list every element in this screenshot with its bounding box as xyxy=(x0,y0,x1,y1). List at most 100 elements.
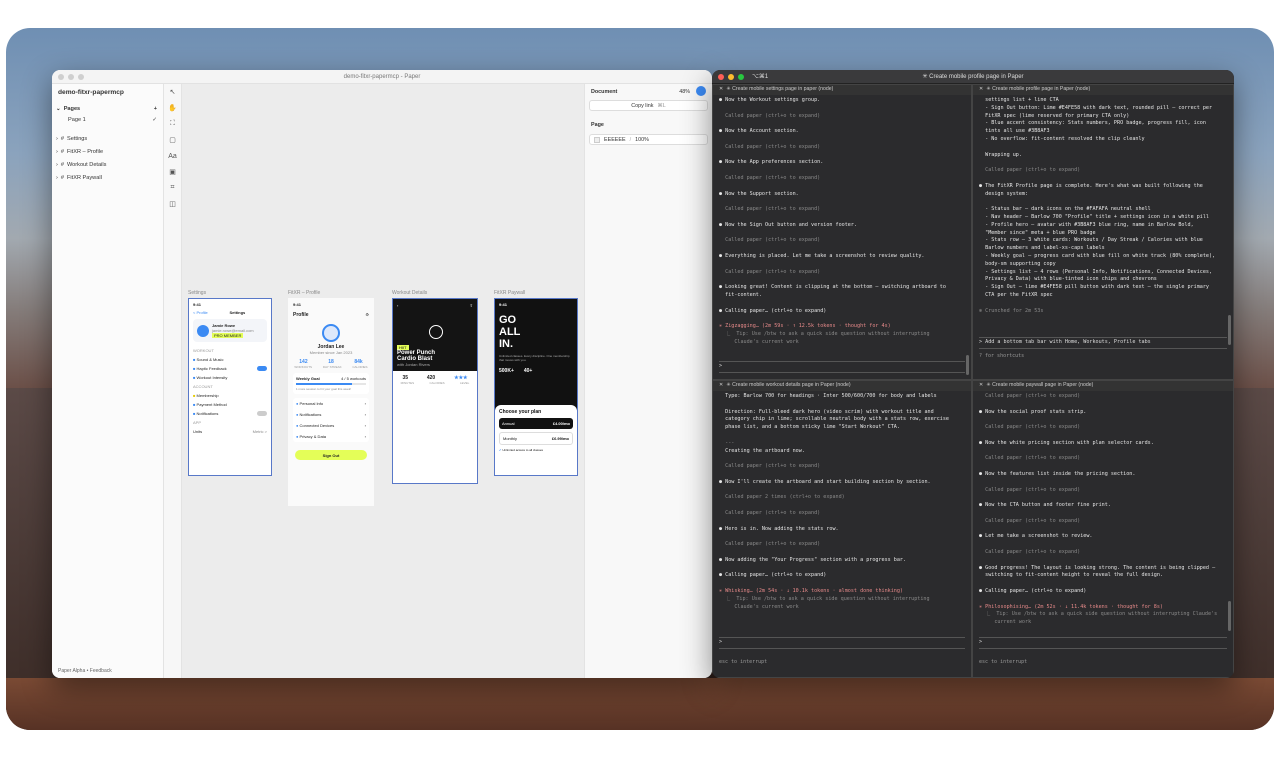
artboard-label-workout[interactable]: Workout Details xyxy=(392,290,427,296)
pane-paywall[interactable]: ✕ ✳ Create mobile paywall page in Paper (… xyxy=(972,380,1234,678)
frame-icon: # xyxy=(60,149,64,155)
scrollbar[interactable] xyxy=(966,355,969,375)
minimize-dot[interactable] xyxy=(728,74,734,80)
layer-workout-details[interactable]: › # Workout Details xyxy=(56,160,157,170)
pane-profile[interactable]: ✕ ✳ Create mobile profile page in Paper (… xyxy=(972,84,1234,380)
output-line: Called paper (ctrl+o to expand) xyxy=(719,237,821,244)
window-controls[interactable] xyxy=(718,74,744,80)
pane-settings[interactable]: ✕ ✳ Create mobile settings page in paper … xyxy=(712,84,972,380)
page-background-field[interactable]: EEEEEE/100% xyxy=(589,134,708,145)
prompt-input[interactable]: > Add a bottom tab bar with Home, Workou… xyxy=(979,337,1227,349)
frame-icon: # xyxy=(60,136,64,142)
hand-tool-icon[interactable]: ✋ xyxy=(164,100,181,116)
minimize-dot[interactable] xyxy=(68,74,74,80)
row-units: Units Metric > xyxy=(193,429,267,434)
workout-hero: ‹ ⇪ HIIT Power Punch Cardio Blast with Jorda… xyxy=(393,299,477,371)
layer-profile[interactable]: › # FitXR – Profile xyxy=(56,147,157,157)
project-name[interactable]: demo-fitxr-papermcp xyxy=(58,89,124,96)
zoom-level[interactable]: 48% xyxy=(679,89,690,95)
zoom-dot[interactable] xyxy=(78,74,84,80)
toggle-switch xyxy=(257,366,267,371)
artboard-settings[interactable]: 9:41 < Profile Settings Jamie Rowe jamie.r… xyxy=(188,298,272,476)
crop-tool-icon[interactable]: ⌗ xyxy=(164,180,181,196)
zoom-dot[interactable] xyxy=(738,74,744,80)
feature-item: ✔ Unlimited access to all classes xyxy=(499,448,544,452)
share-icon: ⇪ xyxy=(469,303,473,308)
output-line: category chip in lime; scrollable neutra… xyxy=(719,416,950,423)
row-payment: ■ Payment Method xyxy=(193,402,227,407)
output-line: ● Now adding the "Your Progress" section… xyxy=(719,556,907,563)
page-item-page1[interactable]: Page 1 ✓ xyxy=(56,115,157,125)
avatar xyxy=(322,324,340,342)
frame-tool-icon[interactable]: ⛶ xyxy=(164,116,181,132)
output-line: FitXR spec (lime reserved for primary CT… xyxy=(979,112,1130,119)
output-line: - Settings list — 4 rows (Personal Info,… xyxy=(979,268,1213,275)
layer-paywall[interactable]: › # FitXR Paywall xyxy=(56,173,157,183)
output-line: ✳ Zigzagging… (2m 59s · ↑ 12.5k tokens ·… xyxy=(719,323,891,330)
output-line: Privacy & Data) with blue-tinted icon ch… xyxy=(979,276,1157,283)
pointer-tool-icon[interactable]: ↖ xyxy=(164,84,181,100)
artboard-label-paywall[interactable]: FitXR Paywall xyxy=(494,290,525,296)
copy-link-button[interactable]: Copy link ⌘L xyxy=(589,100,708,111)
artboard-label-profile[interactable]: FitXR – Profile xyxy=(288,290,320,296)
output-line: ⎿ Tip: Use /btw to ask a quick side ques… xyxy=(979,611,1218,618)
prompt-input[interactable]: > xyxy=(719,361,965,373)
add-page-button[interactable]: + xyxy=(154,106,157,112)
pane-workout[interactable]: ✕ ✳ Create mobile workout details page in… xyxy=(712,380,972,678)
coach-name: with Jordan Rivers xyxy=(397,362,430,367)
rectangle-tool-icon[interactable]: ▢ xyxy=(164,132,181,148)
plan-monthly: Monthly £6.99/mo xyxy=(499,432,573,445)
image-tool-icon[interactable]: ▣ xyxy=(164,164,181,180)
pane-header: ✕ ✳ Create mobile paywall page in Paper (… xyxy=(973,381,1233,391)
prompt-input[interactable]: > xyxy=(719,637,965,649)
profile-title: Profile xyxy=(293,312,309,318)
close-dot[interactable] xyxy=(58,74,64,80)
output-line: Creating the artboard now. xyxy=(719,447,805,454)
output-line: body-sm supporting copy xyxy=(979,260,1056,267)
output-line: ● Calling paper… (ctrl+o to expand) xyxy=(719,572,827,579)
artboard-label-settings[interactable]: Settings xyxy=(188,290,206,296)
component-tool-icon[interactable]: ◫ xyxy=(164,196,181,212)
scrollbar[interactable] xyxy=(1228,601,1231,631)
output-line: ● Now the white pricing section with pla… xyxy=(979,439,1154,446)
layers-panel: demo-fitxr-papermcp ⌄ Pages + Page 1 ✓ › # Se… xyxy=(52,84,164,678)
paper-footer[interactable]: Paper Alpha • Feedback xyxy=(58,668,112,674)
scrollbar[interactable] xyxy=(1228,315,1231,345)
window-controls[interactable] xyxy=(58,74,84,80)
output-line: design system: xyxy=(979,190,1029,197)
close-dot[interactable] xyxy=(718,74,724,80)
pane-output: Called paper (ctrl+o to expand) ● Now the… xyxy=(979,393,1223,627)
output-line: ● Now the App preferences section. xyxy=(719,159,824,166)
prompt-input[interactable]: > xyxy=(979,637,1227,649)
artboard-profile[interactable]: 9:41 Profile ⚙ Jordan Lee Member since Ja… xyxy=(288,298,374,506)
paywall-hero: GO ALL IN. xyxy=(499,314,521,350)
text-tool-icon[interactable]: Aa xyxy=(164,148,181,164)
shortcuts-hint: ? for shortcuts xyxy=(979,353,1025,359)
output-line: settings list + line CTA xyxy=(979,97,1059,103)
design-canvas[interactable]: Settings 9:41 < Profile Settings Jamie Ro… xyxy=(182,84,584,678)
layer-settings[interactable]: › # Settings xyxy=(56,134,157,144)
row-notifications: ■ Notifications xyxy=(189,409,271,418)
output-line: - Sign Out button: Lime #E4FE58 with dar… xyxy=(979,104,1213,111)
row-haptic: ■ Haptic Feedback xyxy=(189,364,271,373)
list-item: ● Connected Devices › xyxy=(296,423,366,428)
artboard-paywall[interactable]: 9:41 GO ALL IN. Unlimited classes. Every d… xyxy=(494,298,578,476)
chevron-down-icon: ⌄ xyxy=(56,106,61,112)
close-icon: ✕ xyxy=(979,382,984,389)
user-avatar[interactable] xyxy=(696,86,706,96)
output-line: Called paper (ctrl+o to expand) xyxy=(979,455,1081,462)
output-line: Claude's current work xyxy=(719,603,799,610)
artboard-workout[interactable]: ‹ ⇪ HIIT Power Punch Cardio Blast with Jorda… xyxy=(392,298,478,484)
